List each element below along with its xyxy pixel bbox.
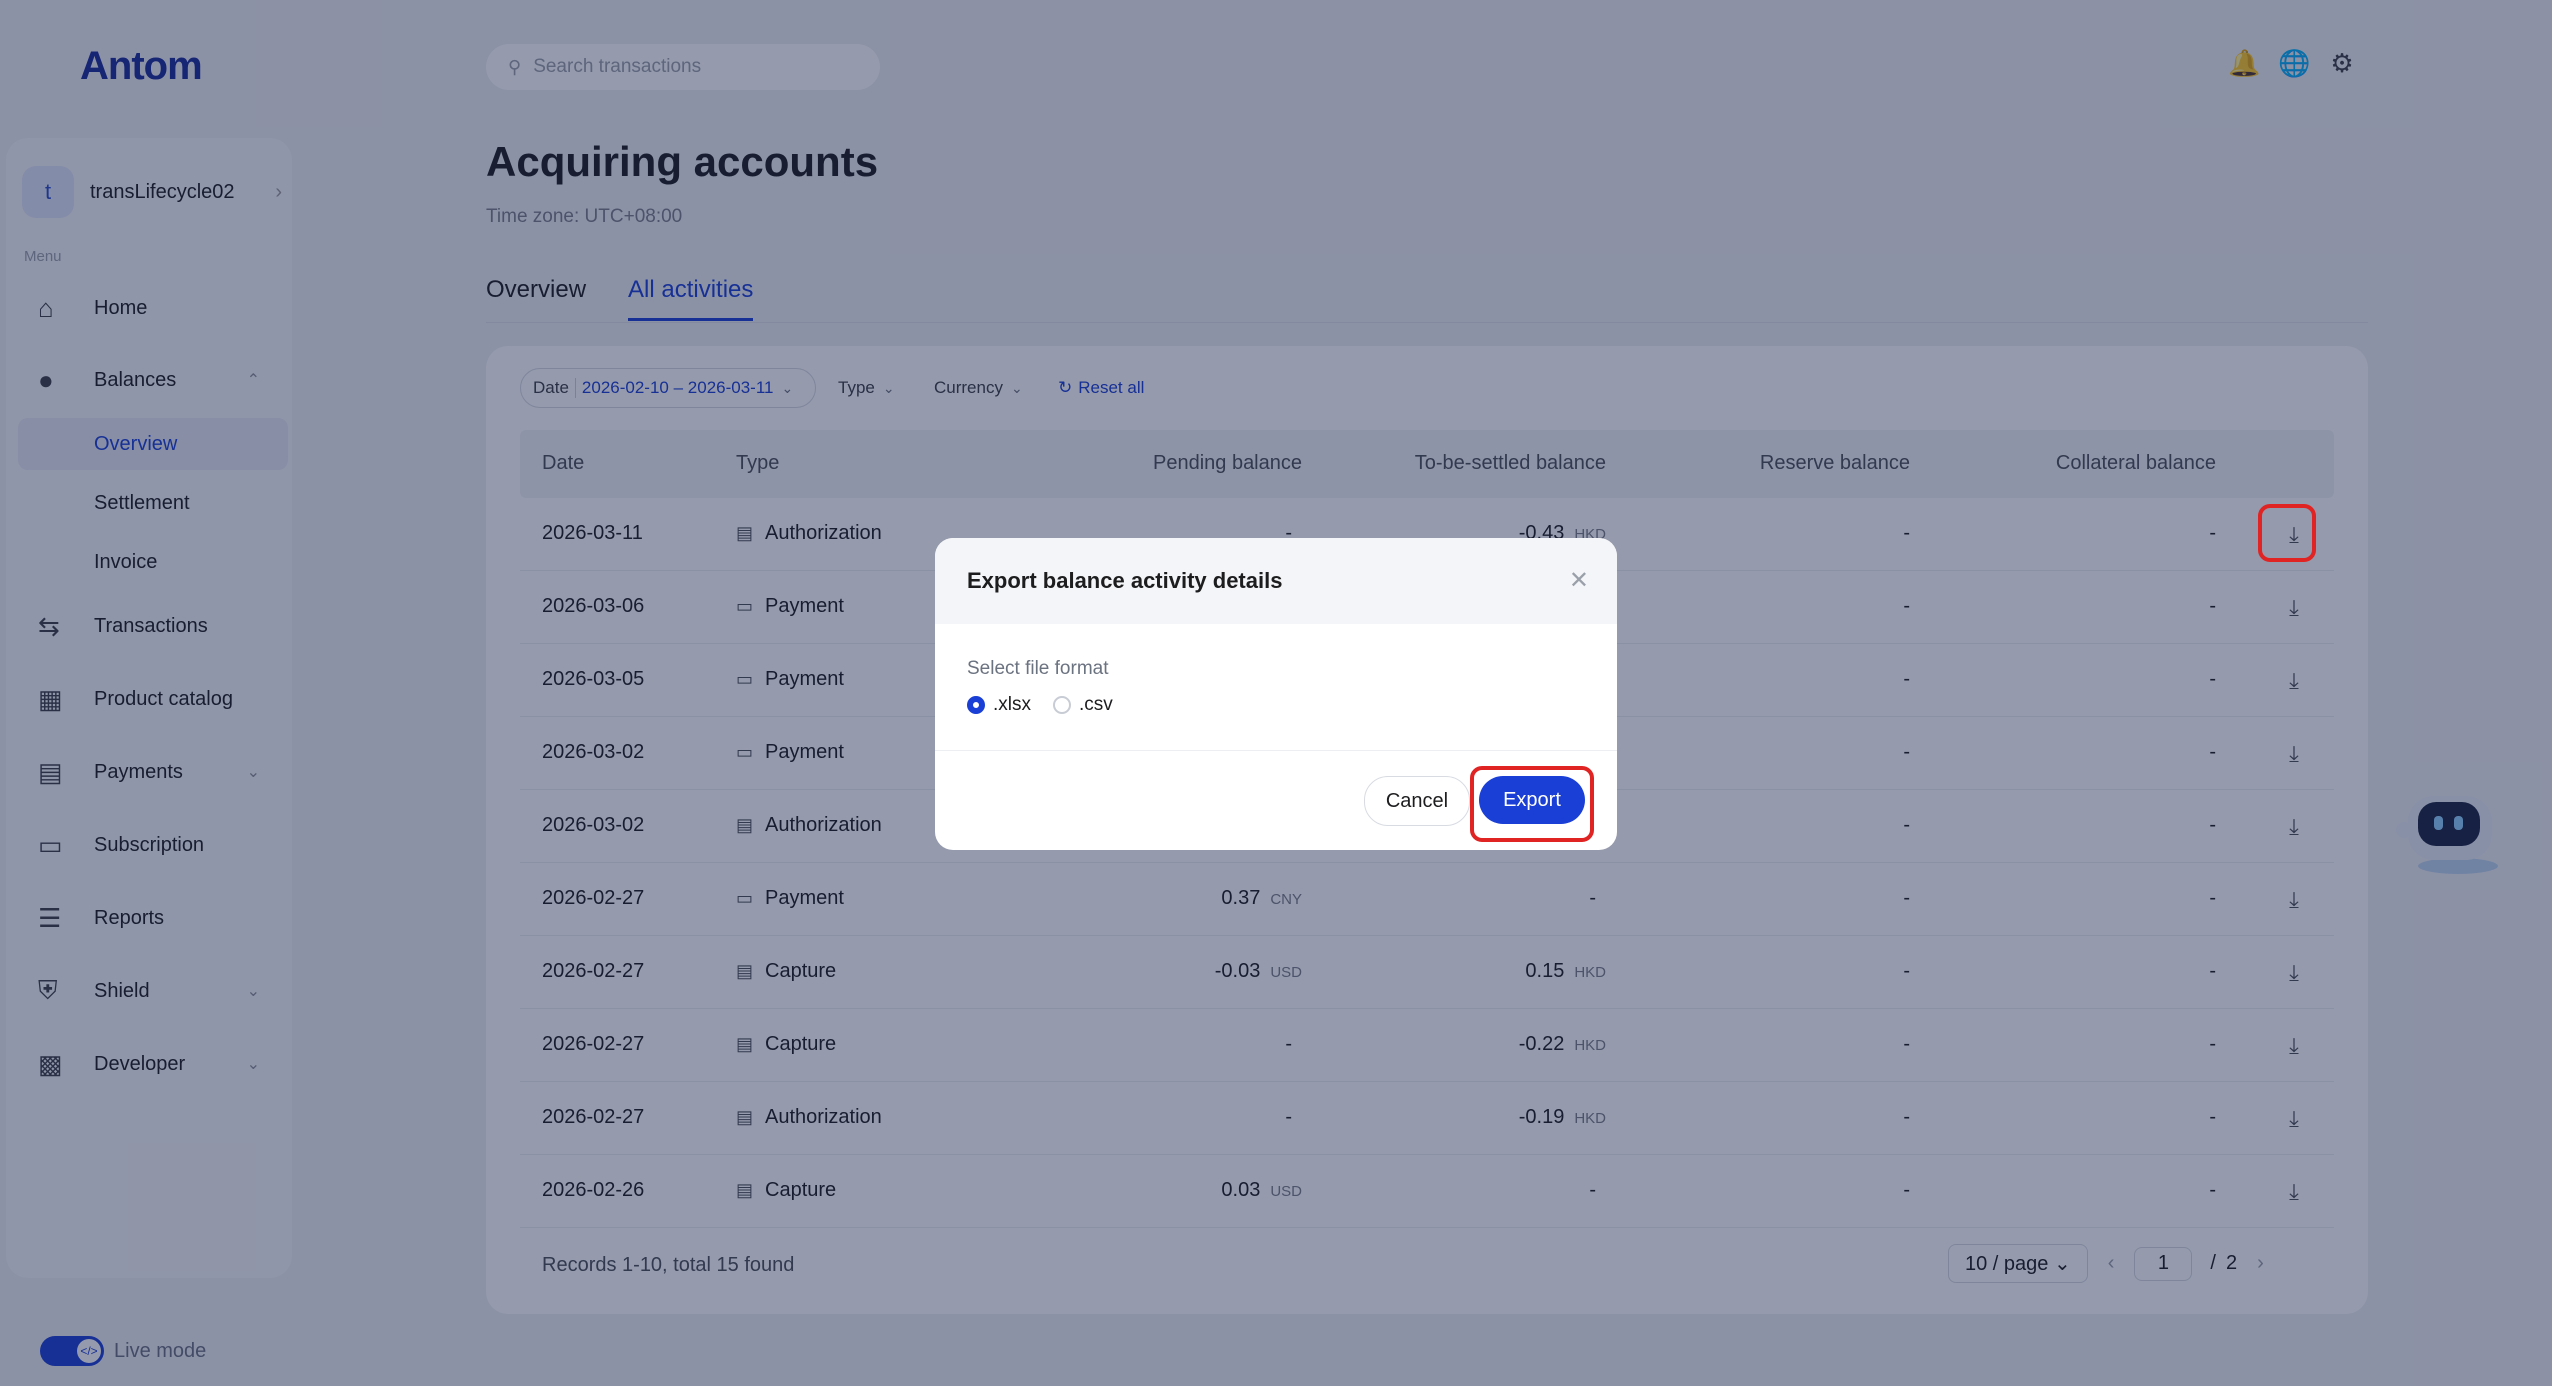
modal-header: Export balance activity details ✕ <box>935 538 1617 624</box>
file-format-label: Select file format <box>967 658 1109 679</box>
radio-xlsx[interactable] <box>967 696 985 714</box>
cancel-button[interactable]: Cancel <box>1364 776 1470 826</box>
file-format-options: .xlsx .csv <box>967 694 1113 716</box>
modal-divider <box>935 750 1617 751</box>
export-button-highlight <box>1470 766 1594 842</box>
radio-xlsx-label[interactable]: .xlsx <box>993 694 1031 716</box>
radio-csv-label[interactable]: .csv <box>1079 694 1113 716</box>
modal-title: Export balance activity details <box>967 568 1283 593</box>
download-icon-highlight <box>2258 504 2316 562</box>
radio-csv[interactable] <box>1053 696 1071 714</box>
close-icon[interactable]: ✕ <box>1569 566 1589 595</box>
